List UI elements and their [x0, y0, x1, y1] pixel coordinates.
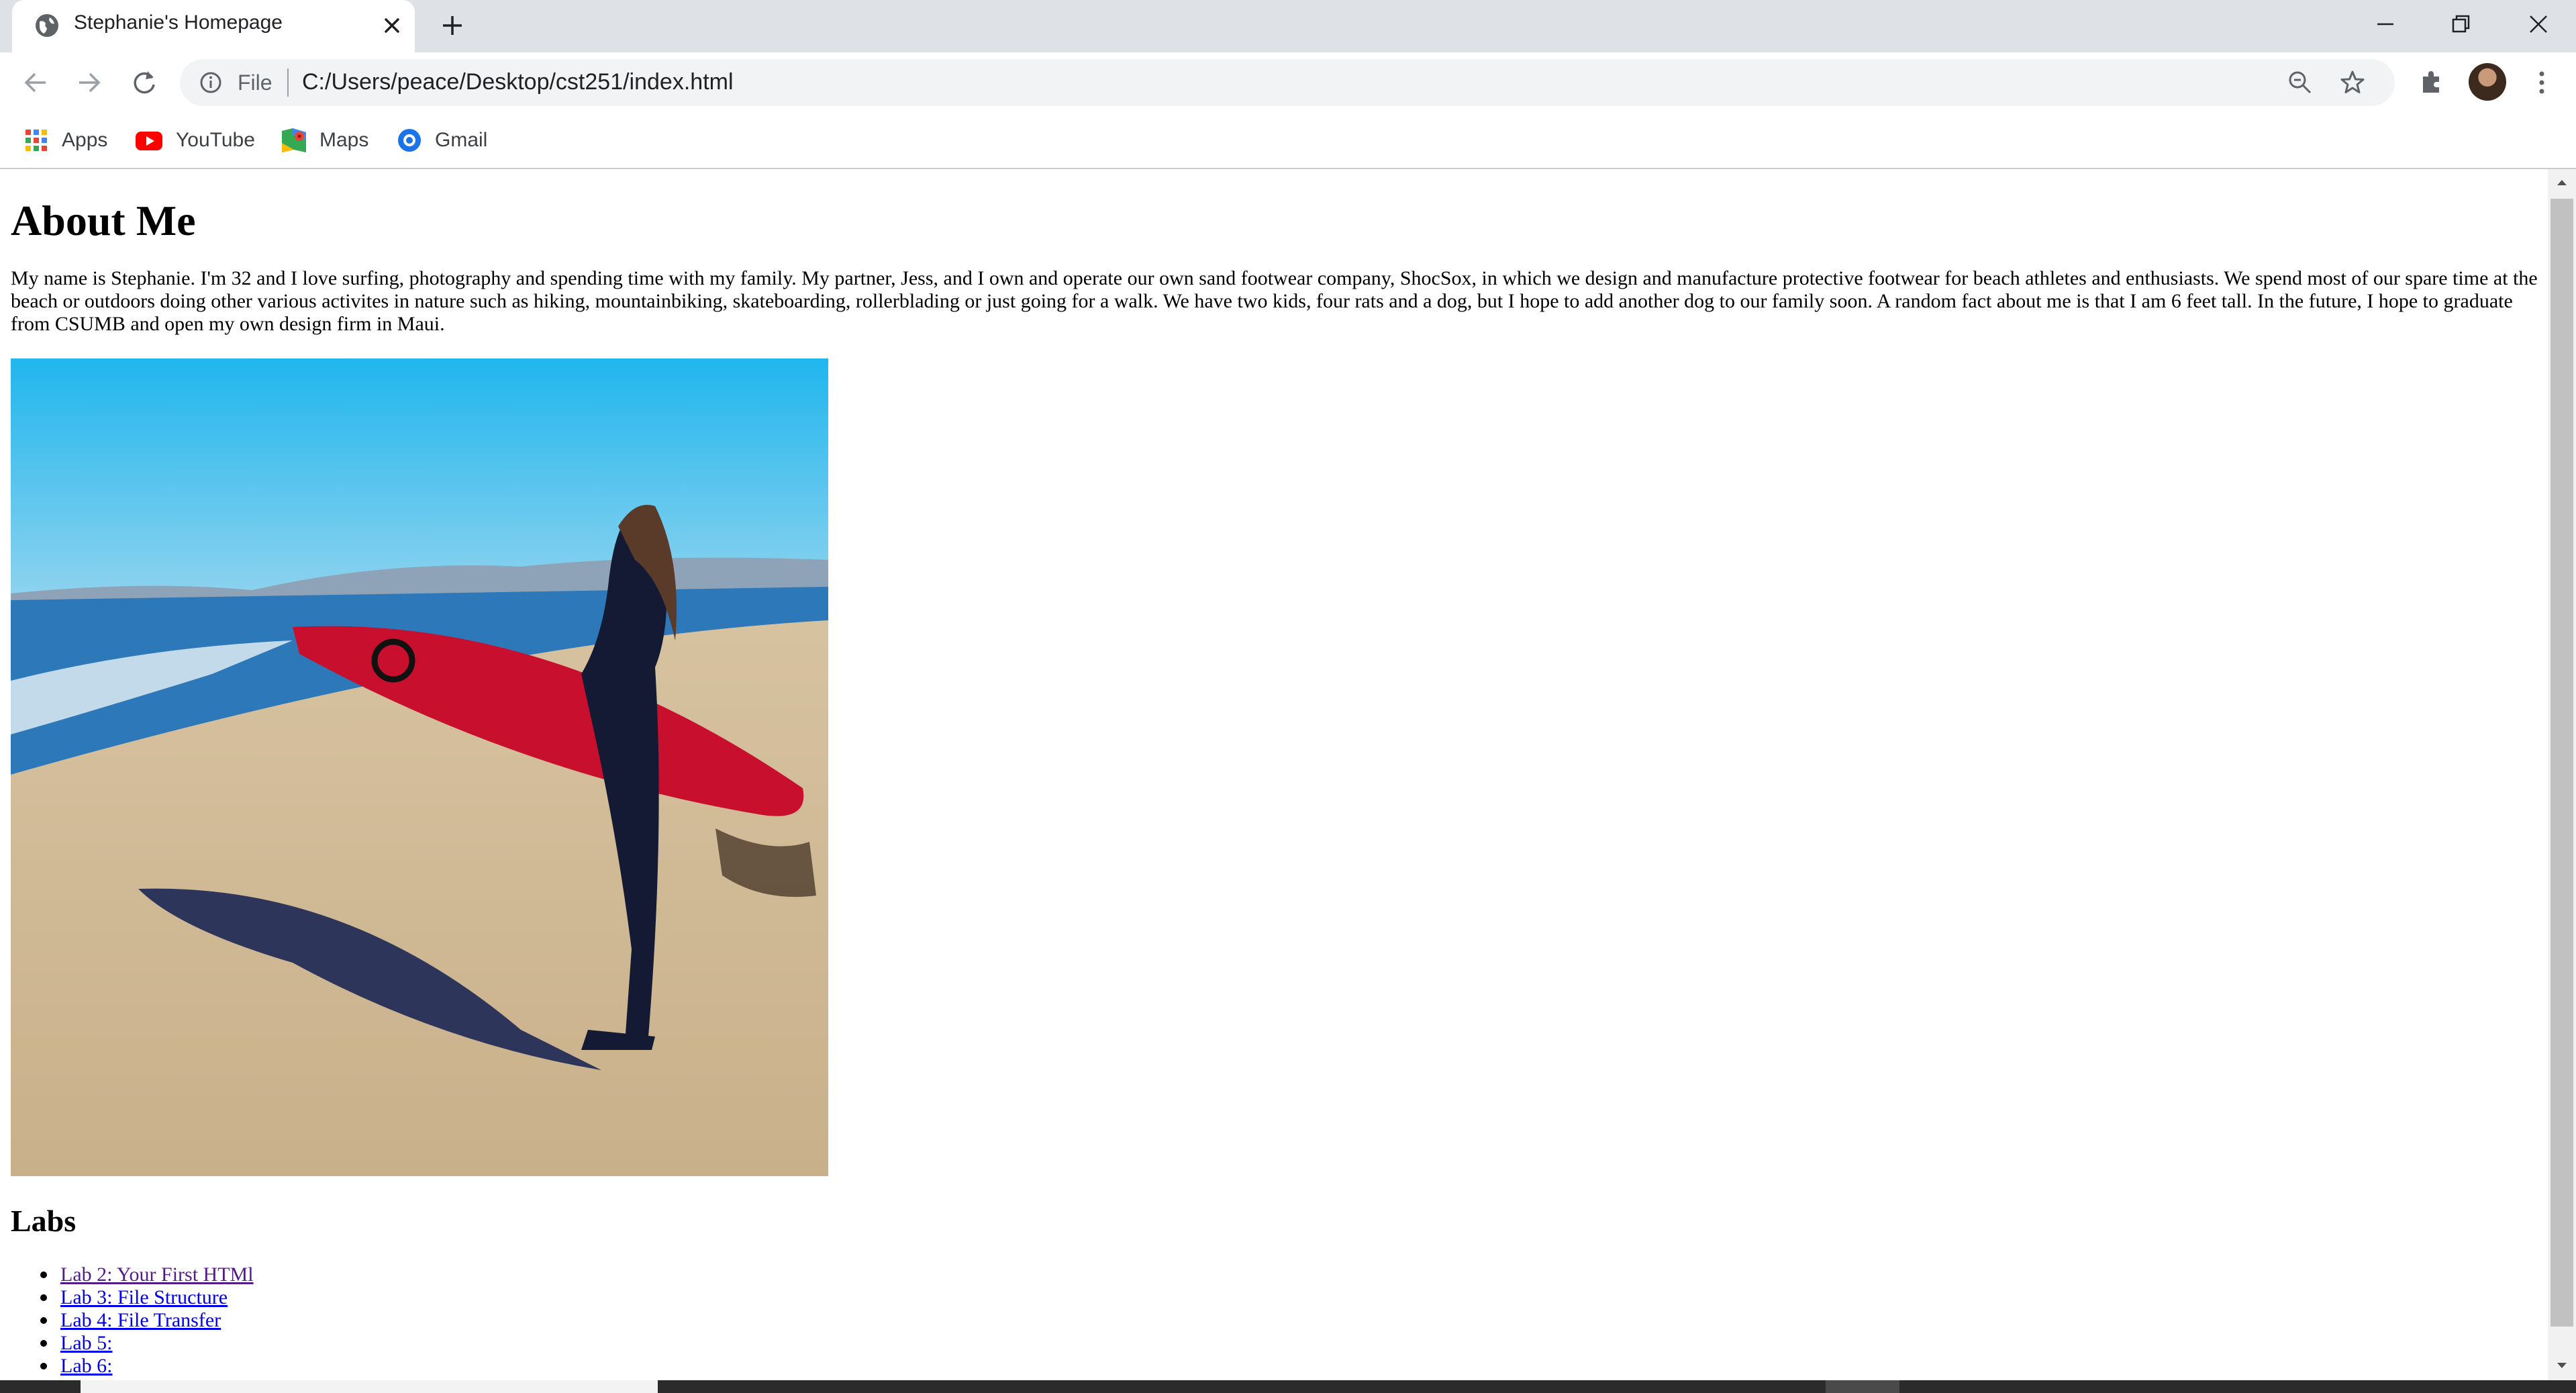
about-paragraph: My name is Stephanie. I'm 32 and I love …: [11, 267, 2538, 335]
back-arrow-icon[interactable]: [19, 66, 52, 99]
scrollbar-thumb[interactable]: [2550, 199, 2573, 1327]
labs-heading: Labs: [11, 1204, 77, 1238]
globe-icon: [36, 14, 58, 37]
bookmark-label: YouTube: [176, 129, 255, 151]
list-item: Lab 3: File Structure: [0, 1286, 254, 1309]
url-text[interactable]: C:/Users/peace/Desktop/cst251/index.html: [302, 69, 734, 95]
gmail-icon: [398, 129, 421, 152]
menu-kebab-icon[interactable]: [2525, 66, 2559, 99]
list-item: Lab 4: File Transfer: [0, 1309, 254, 1332]
lab-5-link[interactable]: Lab 5:: [60, 1332, 112, 1354]
address-separator: [287, 68, 289, 97]
bookmark-youtube[interactable]: YouTube: [134, 124, 255, 157]
close-tab-icon[interactable]: [380, 13, 404, 38]
tab-title: Stephanie's Homepage: [74, 11, 283, 34]
scroll-down-arrow-icon[interactable]: [2555, 1359, 2569, 1372]
bookmark-label: Gmail: [435, 129, 488, 151]
page-heading: About Me: [11, 197, 196, 244]
address-bar[interactable]: File C:/Users/peace/Desktop/cst251/index…: [180, 59, 2395, 106]
close-window-icon[interactable]: [2518, 4, 2559, 44]
web-page-content: About Me My name is Stephanie. I'm 32 an…: [0, 169, 2548, 1380]
taskbar-search[interactable]: [81, 1380, 658, 1393]
lab-6-link[interactable]: Lab 6:: [60, 1355, 112, 1377]
info-icon[interactable]: [199, 70, 223, 95]
restore-icon[interactable]: [2440, 4, 2481, 44]
vertical-scrollbar[interactable]: [2548, 169, 2576, 1380]
lab-2-link[interactable]: Lab 2: Your First HTMl: [60, 1263, 254, 1286]
minimize-icon[interactable]: [2365, 4, 2406, 44]
bookmark-star-icon[interactable]: [2338, 68, 2367, 97]
scroll-up-arrow-icon[interactable]: [2555, 176, 2569, 189]
bookmark-label: Apps: [62, 129, 108, 151]
maps-icon: [282, 128, 306, 152]
bookmark-label: Maps: [319, 129, 369, 151]
bookmark-maps[interactable]: Maps: [281, 124, 368, 157]
lab-4-link[interactable]: Lab 4: File Transfer: [60, 1309, 221, 1331]
zoom-icon[interactable]: [2286, 68, 2314, 97]
file-scheme-label: File: [238, 70, 273, 95]
taskbar-active-item[interactable]: [1826, 1380, 1899, 1393]
title-bar: Stephanie's Homepage: [0, 0, 2576, 52]
apps-grid-icon: [26, 130, 47, 151]
lab-3-link[interactable]: Lab 3: File Structure: [60, 1286, 228, 1308]
surfer-photo: [11, 358, 828, 1176]
bookmark-apps[interactable]: Apps: [23, 124, 107, 157]
list-item: Lab 6:: [0, 1355, 254, 1378]
browser-toolbar: File C:/Users/peace/Desktop/cst251/index…: [0, 52, 2576, 113]
youtube-icon: [136, 132, 162, 150]
list-item: Lab 5:: [0, 1332, 254, 1355]
extensions-icon[interactable]: [2415, 66, 2448, 99]
list-item: Lab 2: Your First HTMl: [0, 1263, 254, 1286]
forward-arrow-icon[interactable]: [72, 66, 106, 99]
new-tab-icon[interactable]: [438, 11, 467, 40]
reload-icon[interactable]: [128, 66, 161, 99]
browser-tab[interactable]: Stephanie's Homepage: [12, 0, 415, 52]
bookmarks-bar: Apps YouTube Maps Gmail: [0, 113, 2576, 169]
bookmark-gmail[interactable]: Gmail: [396, 124, 487, 157]
labs-list: Lab 2: Your First HTMl Lab 3: File Struc…: [0, 1263, 254, 1378]
profile-avatar[interactable]: [2469, 63, 2506, 101]
